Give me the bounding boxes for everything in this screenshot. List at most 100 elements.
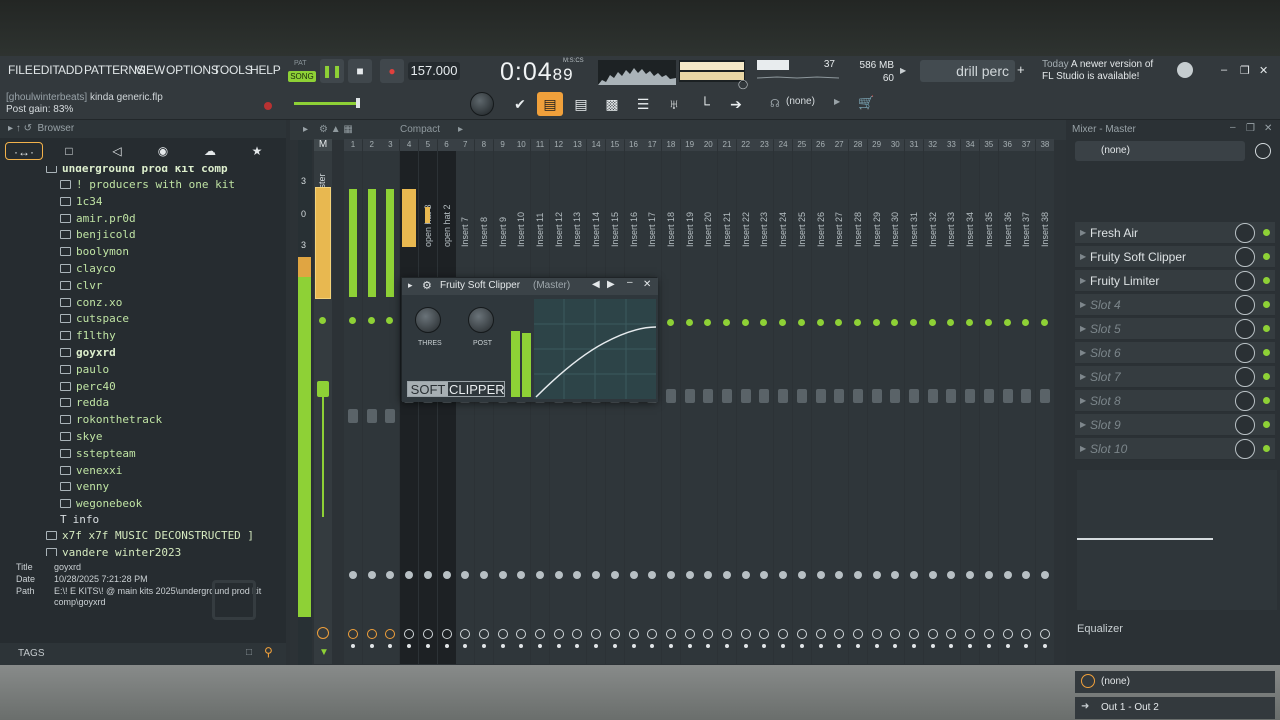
mixer-strip[interactable]: 30 Insert 30 xyxy=(886,139,905,664)
slot-mix-knob[interactable] xyxy=(1235,439,1255,459)
plugin-menu-arrow-icon[interactable]: ▸ xyxy=(408,280,413,291)
strip-send-dot[interactable] xyxy=(706,644,711,648)
record-button[interactable]: ● xyxy=(380,59,404,83)
strip-enable-led[interactable] xyxy=(966,319,974,326)
strip-fader[interactable] xyxy=(665,389,676,403)
strip-send-dot[interactable] xyxy=(388,644,393,648)
strip-pan[interactable] xyxy=(891,571,900,579)
slot-mix-knob[interactable] xyxy=(1235,415,1255,435)
mixer-view-arrow-icon[interactable]: ▸ xyxy=(458,124,463,135)
mixer-icon[interactable]: ♅ xyxy=(661,92,687,116)
slot-enable-led[interactable] xyxy=(1263,325,1270,332)
input-selector[interactable]: (none) xyxy=(1075,671,1275,693)
strip-enable-led[interactable] xyxy=(666,319,674,326)
output-selector[interactable]: ➜ Out 1 - Out 2 xyxy=(1075,697,1275,719)
audio-device-selector[interactable]: (none) xyxy=(786,96,815,107)
strip-pan[interactable] xyxy=(760,571,769,579)
plugin-next-preset-icon[interactable]: ▶ xyxy=(607,279,615,290)
browser-tab-files-icon[interactable]: □ xyxy=(56,142,82,160)
playlist-tool-icon[interactable]: ✔ xyxy=(507,92,533,116)
slot-arrow-icon[interactable]: ▶ xyxy=(1080,396,1086,405)
strip-send-dot[interactable] xyxy=(1024,644,1029,648)
browser-tab-favorites-icon[interactable]: ★ xyxy=(244,142,270,160)
strip-send-dot[interactable] xyxy=(818,644,823,648)
strip-pan[interactable] xyxy=(797,571,806,579)
slot-mix-knob[interactable] xyxy=(1235,223,1255,243)
strip-send-dot[interactable] xyxy=(556,644,561,648)
plugin-gear-icon[interactable]: ⚙ xyxy=(422,279,432,292)
strip-enable-led[interactable] xyxy=(741,319,749,326)
strip-route-knob[interactable] xyxy=(909,629,919,639)
slot-enable-led[interactable] xyxy=(1263,421,1270,428)
strip-enable-led[interactable] xyxy=(835,319,843,326)
strip-fader[interactable] xyxy=(348,409,358,423)
mixer-strip[interactable]: 1Insert 1 xyxy=(344,139,362,664)
strip-send-dot[interactable] xyxy=(668,644,673,648)
mixer-strip-master[interactable]: M Master ▼ xyxy=(314,139,332,664)
strip-route-knob[interactable] xyxy=(1039,629,1050,639)
menu-options[interactable]: OPTIONS xyxy=(166,63,219,77)
mixer-strip[interactable]: 38 Insert 38 xyxy=(1035,139,1054,664)
tree-folder-item[interactable]: boolymon xyxy=(60,245,129,258)
mixer-strip[interactable]: 35 Insert 35 xyxy=(979,139,998,664)
strip-fader[interactable] xyxy=(815,389,826,403)
maximize-icon[interactable]: ❐ xyxy=(1240,64,1250,77)
slot-arrow-icon[interactable]: ▶ xyxy=(1080,300,1086,309)
slot-arrow-icon[interactable]: ▶ xyxy=(1080,444,1086,453)
strip-pan[interactable] xyxy=(517,571,526,579)
strip-send-dot[interactable] xyxy=(687,644,692,648)
strip-send-dot[interactable] xyxy=(538,644,542,648)
mixer-strip[interactable]: 3Insert 3 xyxy=(381,139,400,664)
folder-small-icon[interactable]: □ xyxy=(246,647,252,658)
mixer-strip[interactable]: 2Insert 2 xyxy=(362,139,381,664)
channel-rack-icon[interactable]: ▤ xyxy=(568,92,594,116)
strip-enable-led[interactable] xyxy=(1003,319,1011,326)
effect-slot[interactable]: ▶ Slot 8 xyxy=(1075,390,1275,412)
tree-folder-item[interactable]: perc40 xyxy=(60,380,116,393)
master-fader[interactable] xyxy=(317,381,329,397)
strip-send-dot[interactable] xyxy=(519,644,524,648)
strip-pan[interactable] xyxy=(685,571,694,579)
step-sequencer-icon[interactable]: ▩ xyxy=(599,92,625,116)
slot-arrow-icon[interactable]: ▶ xyxy=(1080,276,1086,285)
strip-send-dot[interactable] xyxy=(444,644,449,648)
strip-pan[interactable] xyxy=(573,571,582,579)
strip-route-knob[interactable] xyxy=(422,629,433,639)
strip-pan[interactable] xyxy=(835,571,844,579)
panel-minimize-icon[interactable]: – xyxy=(1230,122,1236,133)
tempo-display[interactable]: 157.000 xyxy=(408,62,460,80)
strip-send-dot[interactable] xyxy=(893,644,898,648)
strip-fader[interactable] xyxy=(740,389,751,403)
strip-route-knob[interactable] xyxy=(722,629,732,639)
slot-arrow-icon[interactable]: ▶ xyxy=(1080,348,1086,357)
strip-fader[interactable] xyxy=(871,389,882,403)
strip-route-knob[interactable] xyxy=(553,629,564,639)
strip-fader[interactable] xyxy=(834,389,845,403)
slot-arrow-icon[interactable]: ▶ xyxy=(1080,252,1086,261)
master-volume-slider[interactable] xyxy=(294,98,360,108)
strip-send-dot[interactable] xyxy=(986,644,991,648)
tree-folder-item[interactable]: clayco xyxy=(60,262,116,275)
minimize-icon[interactable]: – xyxy=(1221,64,1227,76)
tree-folder-item[interactable]: goyxrd xyxy=(60,346,116,359)
pattern-selector[interactable]: drill perc xyxy=(920,60,1015,82)
tree-folder-item[interactable]: wegonebeok xyxy=(60,497,142,510)
clock-icon[interactable] xyxy=(1255,143,1271,159)
strip-send-dot[interactable] xyxy=(781,644,786,648)
strip-enable-led[interactable] xyxy=(685,319,693,326)
strip-route-knob[interactable] xyxy=(684,629,695,639)
strip-pan[interactable] xyxy=(872,571,881,579)
strip-pan[interactable] xyxy=(367,571,376,579)
strip-route-knob[interactable] xyxy=(460,629,471,639)
tree-folder-root[interactable]: underground prod kit comp xyxy=(46,166,228,175)
effect-slot[interactable]: ▶ Fruity Limiter xyxy=(1075,270,1275,292)
strip-enable-led[interactable] xyxy=(928,319,936,326)
pause-button[interactable]: ❚❚ xyxy=(320,59,344,83)
strip-route-knob[interactable] xyxy=(965,629,976,639)
threshold-knob[interactable] xyxy=(415,307,441,333)
browser-tab-all[interactable]: ·↔· xyxy=(5,142,43,160)
slider-handle[interactable] xyxy=(356,98,360,108)
strip-pan[interactable] xyxy=(461,571,470,579)
menu-view[interactable]: VIEW xyxy=(135,63,165,77)
plugin-minimize-icon[interactable]: – xyxy=(627,277,633,288)
